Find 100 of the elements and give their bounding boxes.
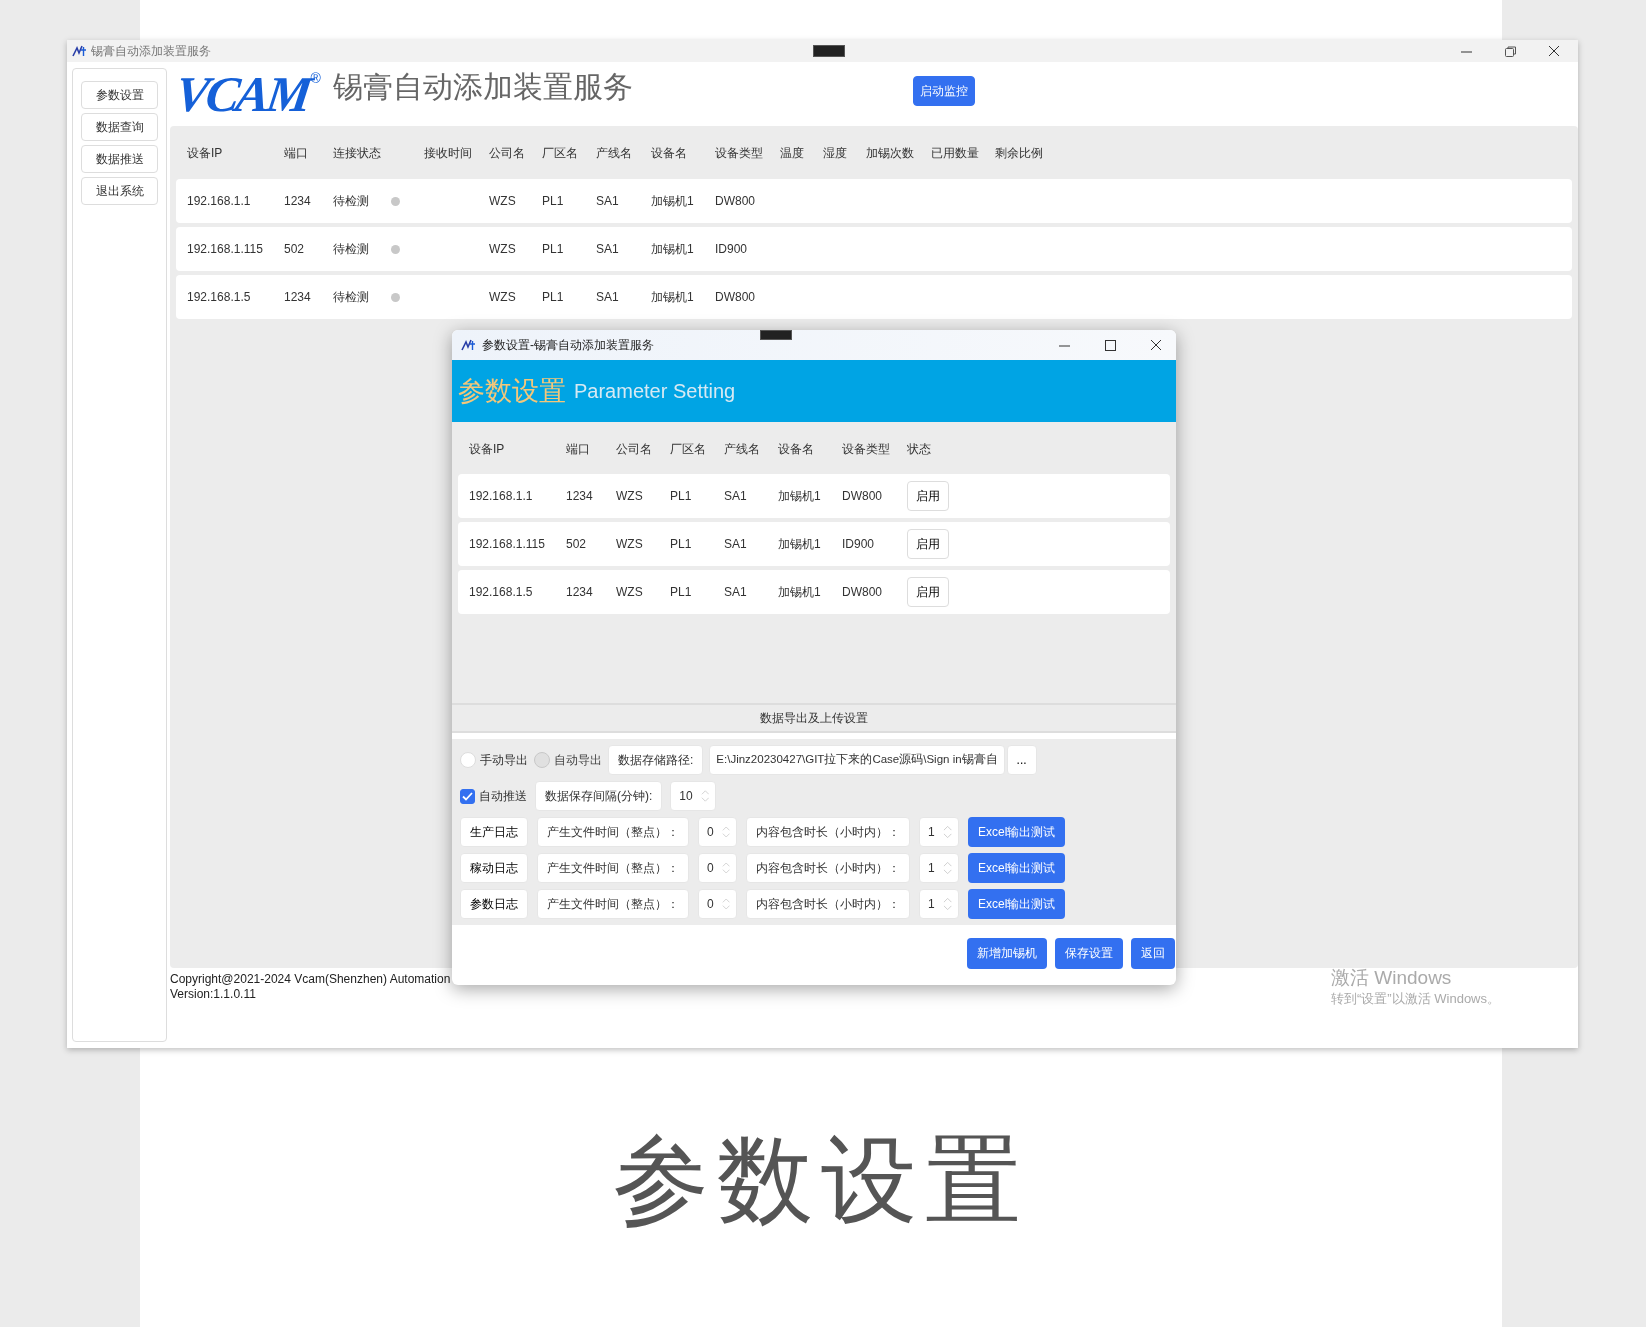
table-row[interactable]: 192.168.1.115 502 待检测 WZS PL1 SA1 加锡机1 ID900 xyxy=(176,227,1572,271)
table-cell: SA1 xyxy=(724,537,747,551)
table-cell: 加锡机1 xyxy=(778,489,821,503)
dialog-subheading: Parameter Setting xyxy=(574,379,736,404)
sidebar-button[interactable]: 数据推送 xyxy=(81,145,158,173)
column-header: 加锡次数 xyxy=(866,145,915,162)
caption: 参数设置 xyxy=(613,1128,1029,1234)
table-cell: WZS xyxy=(489,242,516,256)
maximize-icon xyxy=(1104,339,1116,351)
table-row[interactable]: 192.168.1.115 502 WZS PL1 SA1 加锡机1 ID900 启用 xyxy=(458,522,1170,566)
number-field[interactable]: 10 xyxy=(670,781,717,811)
path-field[interactable]: E:\Jinz20230427\GIT拉下来的Case源码\Sign in锡膏自 xyxy=(709,745,1005,775)
table-cell: 192.168.1.5 xyxy=(187,290,251,304)
table-cell: SA1 xyxy=(724,489,747,503)
browse-button[interactable]: ... xyxy=(1006,745,1037,775)
table-cell: DW800 xyxy=(715,194,755,208)
log-button[interactable]: 参数日志 xyxy=(460,889,528,919)
number-field[interactable]: 1 xyxy=(919,853,959,883)
checkbox[interactable] xyxy=(460,788,475,804)
dialog-button[interactable]: 返回 xyxy=(1131,937,1175,969)
interval-label: 数据保存间隔(分钟): xyxy=(535,781,663,811)
enable-button[interactable]: 启用 xyxy=(907,529,949,559)
time-label: 产生文件时间（整点）： xyxy=(537,817,689,847)
column-header: 温度 xyxy=(780,145,805,162)
table-cell: ID900 xyxy=(715,242,748,256)
radio-button[interactable] xyxy=(460,752,476,768)
dialog-button[interactable]: 新增加锡机 xyxy=(967,937,1047,969)
log-button[interactable]: 稼动日志 xyxy=(460,853,528,883)
number-field[interactable]: 0 xyxy=(698,853,737,883)
spinner-icon xyxy=(942,896,952,912)
column-header: 设备名 xyxy=(651,145,688,162)
table-cell: 192.168.1.115 xyxy=(469,537,545,551)
spinner-icon xyxy=(942,860,952,876)
dialog-button[interactable]: 保存设置 xyxy=(1055,937,1123,969)
table-cell: PL1 xyxy=(542,242,564,256)
number-field[interactable]: 1 xyxy=(919,889,959,919)
spinner-icon xyxy=(942,824,952,840)
activation-text: 转到“设置”以激活 Windows。 xyxy=(1331,990,1500,1008)
table-cell: 加锡机1 xyxy=(651,290,694,304)
column-header: 厂区名 xyxy=(670,441,707,458)
table-cell: 加锡机1 xyxy=(778,585,821,599)
table-cell: 1234 xyxy=(284,194,311,208)
copyright-text: Copyright@2021-2024 Vcam(Shenzhen) Automation xyxy=(170,972,451,987)
column-header: 已用数量 xyxy=(931,145,980,162)
sidebar-button[interactable]: 退出系统 xyxy=(81,177,158,205)
handle-icon[interactable] xyxy=(812,45,845,57)
restore-icon xyxy=(1504,45,1516,57)
table-cell: 待检测 xyxy=(333,194,369,208)
column-header: 连接状态 xyxy=(333,145,382,162)
table-cell: 192.168.1.5 xyxy=(469,585,533,599)
column-header: 设备IP xyxy=(187,145,224,162)
column-header: 接收时间 xyxy=(424,145,473,162)
table-row[interactable]: 192.168.1.1 1234 WZS PL1 SA1 加锡机1 DW800 启用 xyxy=(458,474,1170,518)
column-header: 厂区名 xyxy=(542,145,579,162)
number-field[interactable]: 0 xyxy=(698,889,737,919)
table-row[interactable]: 192.168.1.1 1234 待检测 WZS PL1 SA1 加锡机1 DW800 xyxy=(176,179,1572,223)
log-button[interactable]: 生产日志 xyxy=(460,817,528,847)
duration-label: 内容包含时长（小时内）： xyxy=(746,889,910,919)
version-text: Version:1.1.0.11 xyxy=(170,987,256,1002)
enable-button[interactable]: 启用 xyxy=(907,481,949,511)
table-cell: PL1 xyxy=(542,194,564,208)
excel-test-button[interactable]: Excel输出测试 xyxy=(968,817,1066,847)
app-icon xyxy=(71,44,87,58)
table-cell: 502 xyxy=(284,242,305,256)
table-cell: SA1 xyxy=(596,194,619,208)
table-cell: 待检测 xyxy=(333,242,369,256)
table-cell: WZS xyxy=(616,489,643,503)
spinner-icon xyxy=(721,896,730,912)
number-field[interactable]: 0 xyxy=(698,817,737,847)
column-header: 端口 xyxy=(284,145,309,162)
column-header: 公司名 xyxy=(489,145,526,162)
duration-label: 内容包含时长（小时内）： xyxy=(746,817,910,847)
column-header: 湿度 xyxy=(823,145,848,162)
dialog-heading: 参数设置 xyxy=(458,374,566,408)
spinner-icon xyxy=(700,788,710,804)
table-cell: PL1 xyxy=(670,489,692,503)
sidebar-button[interactable]: 数据查询 xyxy=(81,113,158,141)
sidebar-button[interactable]: 参数设置 xyxy=(81,81,158,109)
table-row[interactable]: 192.168.1.5 1234 待检测 WZS PL1 SA1 加锡机1 DW800 xyxy=(176,275,1572,319)
table-row[interactable]: 192.168.1.5 1234 WZS PL1 SA1 加锡机1 DW800 启用 xyxy=(458,570,1170,614)
table-cell: ID900 xyxy=(842,537,875,551)
close-icon xyxy=(1150,339,1162,351)
checkbox-label: 自动推送 xyxy=(479,788,527,805)
table-cell: WZS xyxy=(489,194,516,208)
handle-icon[interactable] xyxy=(760,330,792,340)
spinner-icon xyxy=(721,824,730,840)
column-header: 剩余比例 xyxy=(995,145,1044,162)
enable-button[interactable]: 启用 xyxy=(907,577,949,607)
table-cell: SA1 xyxy=(596,242,619,256)
excel-test-button[interactable]: Excel输出测试 xyxy=(968,889,1066,919)
column-header: 设备名 xyxy=(778,441,815,458)
radio-label: 手动导出 xyxy=(480,752,528,769)
time-label: 产生文件时间（整点）： xyxy=(537,853,689,883)
table-cell: DW800 xyxy=(842,585,882,599)
table-cell: 192.168.1.115 xyxy=(187,242,263,256)
table-cell: 待检测 xyxy=(333,290,369,304)
number-field[interactable]: 1 xyxy=(919,817,959,847)
table-cell: 192.168.1.1 xyxy=(469,489,533,503)
excel-test-button[interactable]: Excel输出测试 xyxy=(968,853,1066,883)
start-monitor-button[interactable]: 启动监控 xyxy=(912,76,975,106)
